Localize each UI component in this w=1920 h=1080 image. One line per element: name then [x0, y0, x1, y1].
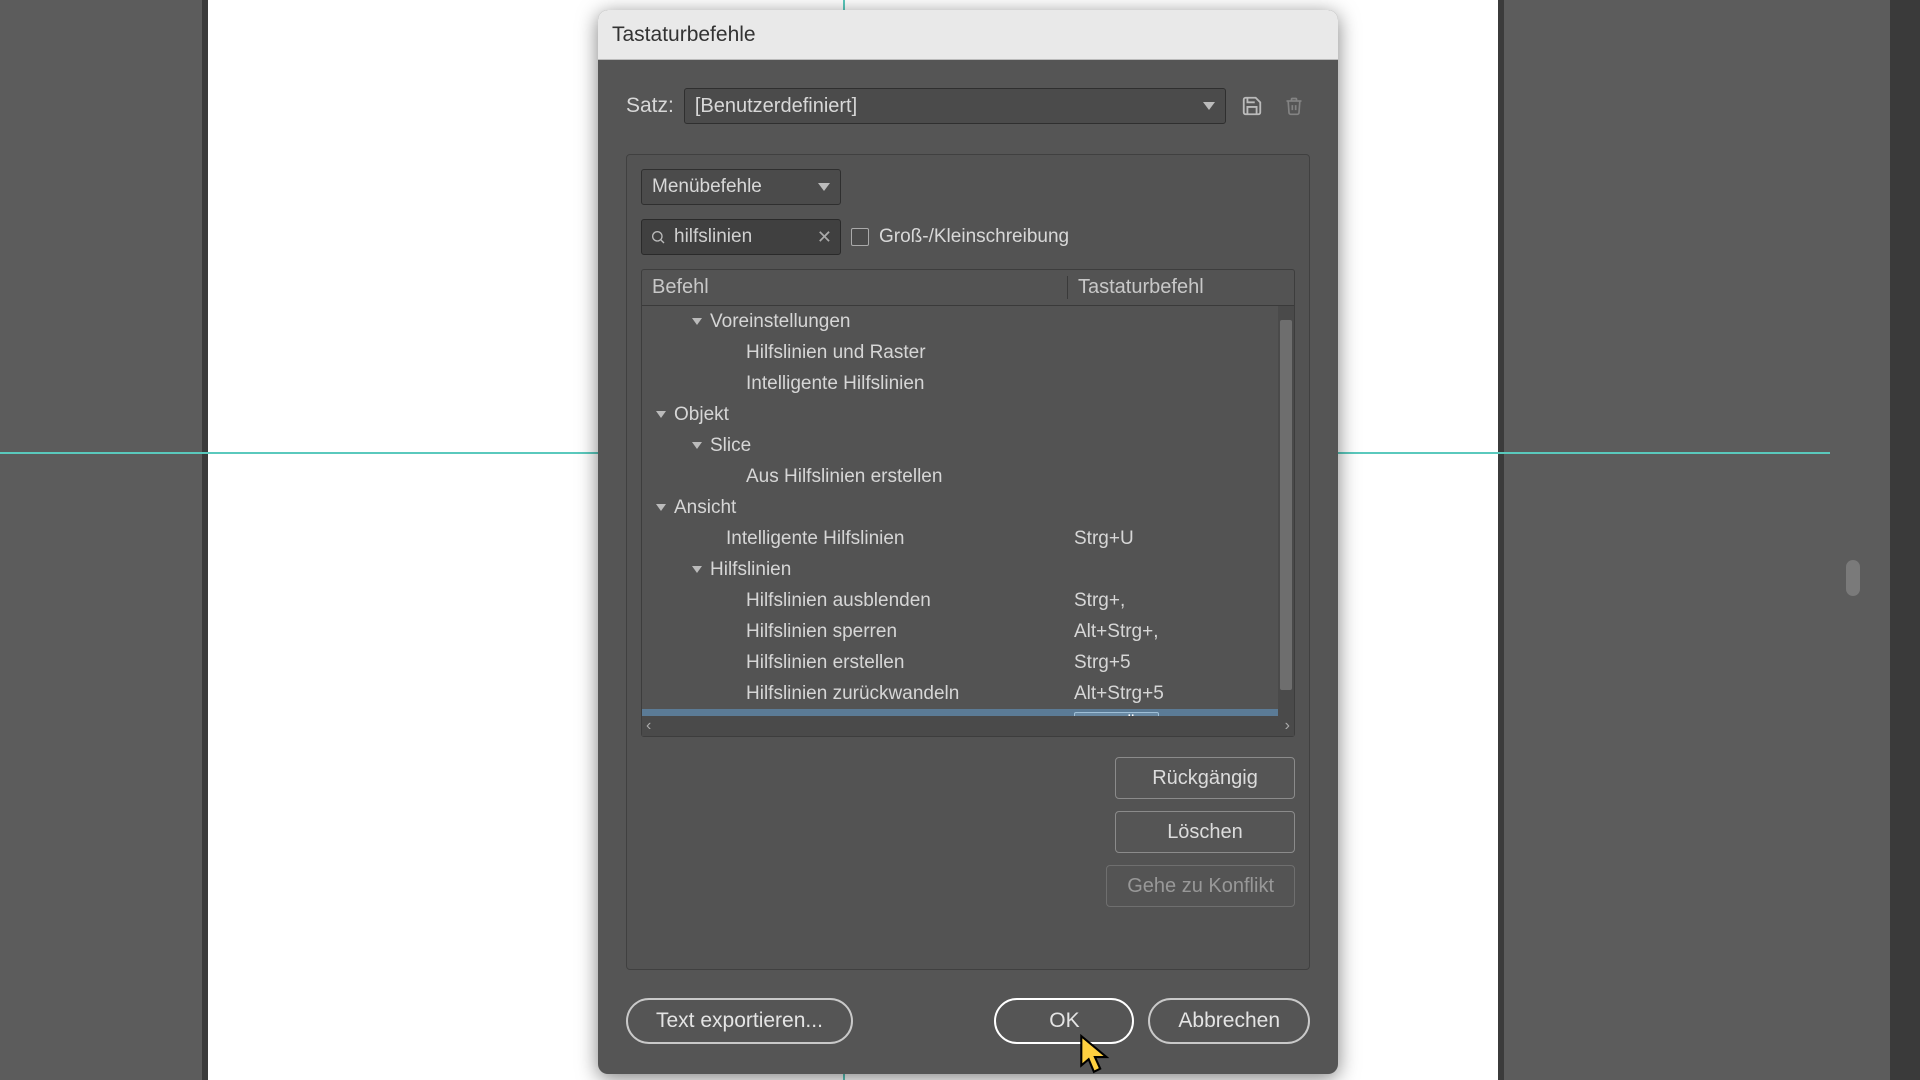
chevron-left-icon[interactable]: ‹	[646, 717, 651, 735]
chevron-down-icon	[818, 183, 830, 191]
column-command[interactable]: Befehl	[642, 276, 1068, 299]
expander-icon[interactable]	[688, 442, 706, 449]
delete-set-icon	[1278, 90, 1310, 122]
delete-button[interactable]: Löschen	[1115, 811, 1295, 853]
table-row-selected[interactable]: Hilfslinien löschen Strg+Ü ×	[642, 709, 1294, 716]
set-label: Satz:	[626, 94, 674, 118]
row-label: Hilfslinien ausblenden	[746, 590, 931, 612]
scrollbar-thumb[interactable]	[1280, 320, 1292, 690]
row-label: Intelligente Hilfslinien	[726, 528, 905, 550]
search-input[interactable]: hilfslinien ✕	[641, 219, 841, 255]
export-text-button[interactable]: Text exportieren...	[626, 998, 853, 1044]
commands-panel: Menübefehle hilfslinien ✕ Groß-/Kleinsch…	[626, 154, 1310, 970]
expander-icon[interactable]	[652, 504, 670, 511]
horizontal-scrollbar[interactable]: ‹ ›	[642, 716, 1294, 736]
save-set-icon[interactable]	[1236, 90, 1268, 122]
search-value: hilfslinien	[674, 226, 809, 248]
keyboard-shortcuts-dialog: Tastaturbefehle Satz: [Benutzerdefiniert…	[598, 10, 1338, 1074]
dialog-title: Tastaturbefehle	[598, 10, 1338, 60]
case-sensitive-checkbox[interactable]	[851, 228, 869, 246]
row-label: Hilfslinien	[710, 559, 791, 581]
goto-conflict-button: Gehe zu Konflikt	[1106, 865, 1295, 907]
table-row[interactable]: Objekt	[642, 399, 1294, 430]
row-shortcut: Strg+Ü	[1081, 714, 1138, 716]
table-row[interactable]: Hilfslinien	[642, 554, 1294, 585]
scrollbar-track[interactable]	[1278, 306, 1294, 716]
row-label: Hilfslinien und Raster	[746, 342, 926, 364]
row-shortcut: Alt+Strg+,	[1074, 621, 1159, 643]
column-shortcut[interactable]: Tastaturbefehl	[1068, 276, 1294, 299]
table-row[interactable]: Hilfslinien zurückwandeln Alt+Strg+5	[642, 678, 1294, 709]
set-dropdown[interactable]: [Benutzerdefiniert]	[684, 88, 1226, 124]
commands-table: Befehl Tastaturbefehl Voreinstellungen H…	[641, 269, 1295, 737]
row-label: Hilfslinien zurückwandeln	[746, 683, 959, 705]
category-dropdown[interactable]: Menübefehle	[641, 169, 841, 205]
chevron-down-icon	[1203, 102, 1215, 110]
expander-icon[interactable]	[652, 411, 670, 418]
right-dock	[1890, 0, 1920, 1080]
undo-button[interactable]: Rückgängig	[1115, 757, 1295, 799]
row-label: Hilfslinien löschen	[746, 714, 898, 717]
row-label: Voreinstellungen	[710, 311, 851, 333]
category-value: Menübefehle	[652, 176, 762, 198]
row-label: Hilfslinien erstellen	[746, 652, 904, 674]
table-row[interactable]: Voreinstellungen	[642, 306, 1294, 337]
table-row[interactable]: Aus Hilfslinien erstellen	[642, 461, 1294, 492]
table-row[interactable]: Hilfslinien und Raster	[642, 337, 1294, 368]
clear-search-icon[interactable]: ✕	[817, 227, 832, 248]
table-row[interactable]: Intelligente Hilfslinien	[642, 368, 1294, 399]
table-row[interactable]: Hilfslinien ausblenden Strg+,	[642, 585, 1294, 616]
row-shortcut: Strg+5	[1074, 652, 1131, 674]
set-value: [Benutzerdefiniert]	[695, 95, 857, 118]
row-shortcut: Strg+U	[1074, 528, 1134, 550]
shortcut-input[interactable]: Strg+Ü ×	[1074, 712, 1159, 716]
table-row[interactable]: Slice	[642, 430, 1294, 461]
expander-icon[interactable]	[688, 318, 706, 325]
row-label: Aus Hilfslinien erstellen	[746, 466, 942, 488]
table-row[interactable]: Hilfslinien erstellen Strg+5	[642, 647, 1294, 678]
row-label: Slice	[710, 435, 751, 457]
case-sensitive-label: Groß-/Kleinschreibung	[879, 226, 1069, 248]
table-row[interactable]: Ansicht	[642, 492, 1294, 523]
scrollbar-thumb[interactable]	[1846, 560, 1860, 596]
row-label: Ansicht	[674, 497, 736, 519]
row-shortcut: Alt+Strg+5	[1074, 683, 1164, 705]
search-icon	[650, 229, 666, 245]
canvas-edge	[1498, 0, 1504, 1080]
expander-icon[interactable]	[688, 566, 706, 573]
table-row[interactable]: Intelligente Hilfslinien Strg+U	[642, 523, 1294, 554]
row-label: Intelligente Hilfslinien	[746, 373, 925, 395]
chevron-right-icon[interactable]: ›	[1285, 717, 1290, 735]
canvas-edge	[202, 0, 208, 1080]
row-label: Objekt	[674, 404, 729, 426]
table-row[interactable]: Hilfslinien sperren Alt+Strg+,	[642, 616, 1294, 647]
mouse-cursor	[1079, 1034, 1113, 1076]
ok-button[interactable]: OK	[994, 998, 1134, 1044]
cancel-button[interactable]: Abbrechen	[1148, 998, 1310, 1044]
row-label: Hilfslinien sperren	[746, 621, 897, 643]
row-shortcut: Strg+,	[1074, 590, 1125, 612]
